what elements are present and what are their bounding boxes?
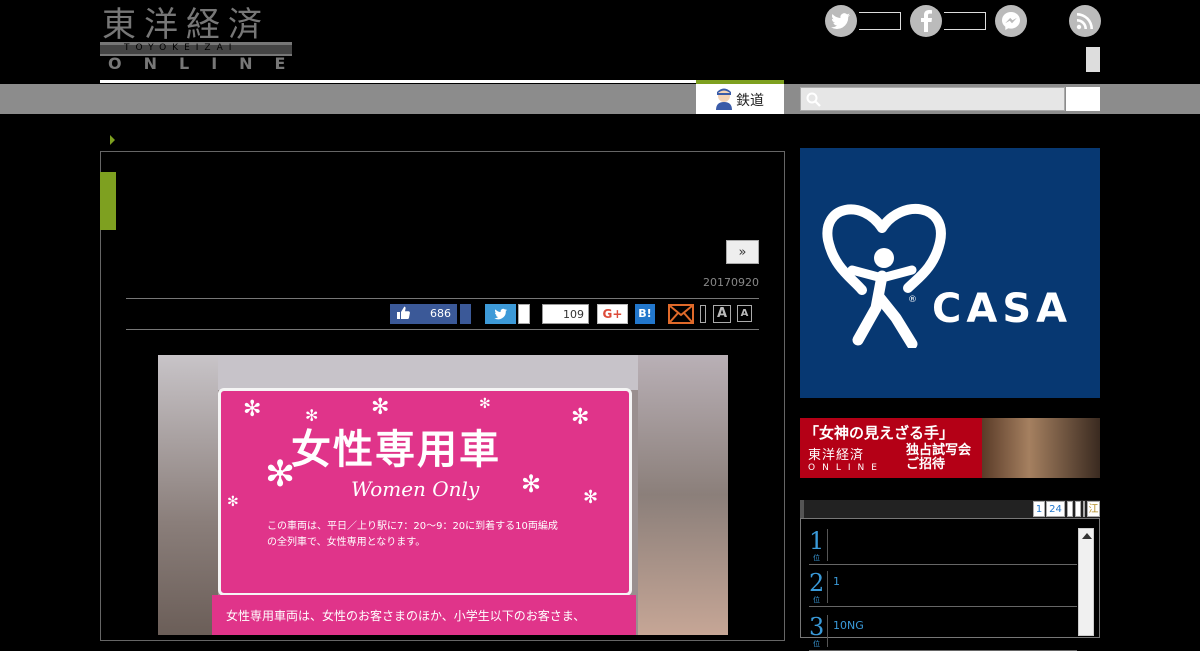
movie-ad-banner[interactable]: 「女神の見えざる手」 東洋経済 独占試写会 ご招待 ONLINE: [800, 418, 1100, 478]
movie-actress-photo: [982, 418, 1100, 478]
movie-offer: 独占試写会 ご招待: [906, 443, 972, 472]
facebook-follow-count: [944, 12, 986, 30]
search-icon: [806, 92, 821, 107]
tweet-button[interactable]: [485, 304, 516, 324]
next-page-button[interactable]: »: [726, 240, 759, 264]
sign-notice: この車両は、平日／上り駅に7：20〜9：20に到着する10両編成 の全列車で、女…: [267, 521, 558, 548]
site-logo[interactable]: 東洋経済 TOYOKEIZAI ONLINE: [100, 5, 292, 73]
casa-ad-banner[interactable]: ® CASA: [800, 148, 1100, 398]
breadcrumb-arrow-icon: [110, 135, 115, 145]
ranking-tab-month[interactable]: [1075, 501, 1081, 517]
share-divider-top: [126, 298, 759, 299]
tab-railway-label: 鉄道: [736, 93, 764, 109]
title-accent-bar: [100, 172, 116, 230]
ranking-tab-1h[interactable]: 1: [1033, 501, 1045, 517]
search-input[interactable]: [800, 87, 1065, 111]
hatena-count: 109: [563, 308, 584, 321]
ranking-item[interactable]: 2 位 1: [809, 565, 1077, 607]
google-plus-button[interactable]: G+: [597, 304, 628, 324]
movie-brand: 東洋経済: [808, 448, 865, 463]
ranking-tab-week[interactable]: [1067, 501, 1073, 517]
share-divider-bottom: [126, 329, 759, 330]
font-size-large-button[interactable]: A: [713, 305, 731, 323]
ranking-tab-other[interactable]: [1083, 501, 1085, 517]
twitter-bird-icon: [493, 308, 507, 320]
rss-icon[interactable]: [1069, 5, 1101, 37]
article-photo: ✻ ✻ ✻ ✻ ✻ ✻ ✻ ✻ ✻ 女性専用車 Women Only この車両は…: [158, 355, 728, 635]
ranking-item[interactable]: 1 位: [809, 523, 1077, 565]
logo-kanji: 東洋経済: [102, 5, 270, 45]
hatena-bookmark-button[interactable]: B!: [635, 304, 655, 324]
conductor-icon: [716, 88, 732, 110]
movie-online: ONLINE: [808, 463, 884, 473]
sign-subtitle: Women Only: [351, 477, 480, 501]
header-divider: [100, 80, 696, 83]
facebook-like-button[interactable]: 686: [390, 304, 457, 324]
like-count: 686: [430, 307, 451, 320]
thumbs-up-icon: [397, 306, 410, 319]
facebook-icon[interactable]: [910, 5, 942, 37]
twitter-icon[interactable]: [825, 5, 857, 37]
facebook-share-button[interactable]: [460, 304, 471, 324]
ranking-list: 1 位 2 位 1 3 位 10NG: [800, 518, 1100, 651]
women-only-sign-lower: 女性専用車両は、女性のお客さまのほか、小学生以下のお客さま、: [212, 595, 636, 635]
article-date: 20170920: [703, 276, 759, 289]
sign-title: 女性専用車: [291, 427, 501, 473]
ranking-scrollbar[interactable]: [1078, 528, 1094, 636]
women-only-sign: ✻ ✻ ✻ ✻ ✻ ✻ ✻ ✻ ✻ 女性専用車 Women Only この車両は…: [218, 388, 632, 596]
tweet-count: [518, 304, 530, 324]
mail-icon[interactable]: [668, 304, 694, 324]
svg-text:®: ®: [908, 295, 917, 305]
tab-railway[interactable]: 鉄道: [696, 80, 784, 114]
casa-logo-text: CASA: [932, 286, 1073, 332]
hatena-count-box[interactable]: 109: [542, 304, 589, 324]
ranking-tab-extra[interactable]: 江: [1087, 501, 1100, 517]
scroll-up-icon[interactable]: [1082, 533, 1092, 539]
logo-roman: TOYOKEIZAI: [124, 43, 238, 53]
messenger-icon[interactable]: [995, 5, 1027, 37]
header-menu-strip[interactable]: [1086, 47, 1100, 72]
search-button[interactable]: [1066, 87, 1100, 111]
twitter-follow-count: [859, 12, 901, 30]
font-size-small-button[interactable]: A: [737, 305, 752, 322]
ranking-item[interactable]: 3 位 10NG: [809, 609, 1077, 651]
logo-online: ONLINE: [108, 54, 308, 73]
print-button[interactable]: [700, 305, 706, 323]
movie-title: 「女神の見えざる手」: [804, 424, 955, 442]
ranking-tab-24h[interactable]: 24: [1046, 501, 1065, 517]
